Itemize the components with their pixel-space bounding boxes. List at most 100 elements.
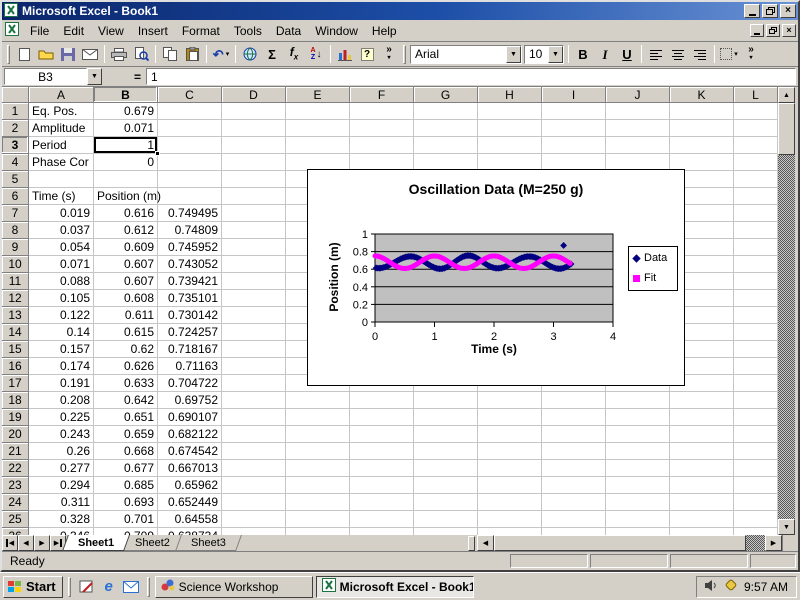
cell-L16[interactable] bbox=[734, 358, 778, 375]
cell-J21[interactable] bbox=[606, 443, 670, 460]
cell-L19[interactable] bbox=[734, 409, 778, 426]
column-header-A[interactable]: A bbox=[29, 87, 94, 103]
cell-D13[interactable] bbox=[222, 307, 286, 324]
column-header-D[interactable]: D bbox=[222, 87, 286, 103]
cell-J25[interactable] bbox=[606, 511, 670, 528]
cell-I23[interactable] bbox=[542, 477, 606, 494]
cell-F3[interactable] bbox=[350, 137, 414, 154]
cell-G3[interactable] bbox=[414, 137, 478, 154]
cell-H24[interactable] bbox=[478, 494, 542, 511]
cell-A12[interactable]: 0.105 bbox=[29, 290, 94, 307]
cell-A4[interactable]: Phase Cor bbox=[29, 154, 94, 171]
cell-K21[interactable] bbox=[670, 443, 734, 460]
next-sheet-button[interactable]: ▶ bbox=[34, 535, 50, 551]
cell-C14[interactable]: 0.724257 bbox=[158, 324, 222, 341]
cell-H20[interactable] bbox=[478, 426, 542, 443]
cell-C1[interactable] bbox=[158, 103, 222, 120]
menu-data[interactable]: Data bbox=[269, 21, 308, 41]
cell-F23[interactable] bbox=[350, 477, 414, 494]
font-name-select[interactable]: Arial ▼ bbox=[410, 45, 522, 64]
column-header-J[interactable]: J bbox=[606, 87, 670, 103]
cell-L18[interactable] bbox=[734, 392, 778, 409]
scroll-left-button[interactable]: ◀ bbox=[477, 535, 494, 551]
cell-I22[interactable] bbox=[542, 460, 606, 477]
cell-F19[interactable] bbox=[350, 409, 414, 426]
cell-F25[interactable] bbox=[350, 511, 414, 528]
cell-D1[interactable] bbox=[222, 103, 286, 120]
cell-A10[interactable]: 0.071 bbox=[29, 256, 94, 273]
cell-D11[interactable] bbox=[222, 273, 286, 290]
cell-K19[interactable] bbox=[670, 409, 734, 426]
align-left-button[interactable] bbox=[645, 44, 667, 64]
cell-E20[interactable] bbox=[286, 426, 350, 443]
previous-sheet-button[interactable]: ◀ bbox=[18, 535, 34, 551]
cell-J19[interactable] bbox=[606, 409, 670, 426]
cell-C9[interactable]: 0.745952 bbox=[158, 239, 222, 256]
cell-D14[interactable] bbox=[222, 324, 286, 341]
menu-insert[interactable]: Insert bbox=[131, 21, 175, 41]
menu-window[interactable]: Window bbox=[308, 21, 365, 41]
cell-B20[interactable]: 0.659 bbox=[94, 426, 158, 443]
menu-file[interactable]: File bbox=[23, 21, 56, 41]
outlook-express-icon[interactable] bbox=[122, 578, 140, 596]
cell-A22[interactable]: 0.277 bbox=[29, 460, 94, 477]
cell-F18[interactable] bbox=[350, 392, 414, 409]
cell-D18[interactable] bbox=[222, 392, 286, 409]
cell-J22[interactable] bbox=[606, 460, 670, 477]
row-header-1[interactable]: 1 bbox=[2, 103, 29, 120]
cell-L15[interactable] bbox=[734, 341, 778, 358]
row-header-26[interactable]: 26 bbox=[2, 528, 29, 535]
row-header-22[interactable]: 22 bbox=[2, 460, 29, 477]
select-all-button[interactable] bbox=[2, 87, 29, 103]
font-size-select[interactable]: 10 ▼ bbox=[524, 45, 564, 64]
cell-C21[interactable]: 0.674542 bbox=[158, 443, 222, 460]
cell-C7[interactable]: 0.749495 bbox=[158, 205, 222, 222]
cell-A2[interactable]: Amplitude bbox=[29, 120, 94, 137]
align-right-button[interactable] bbox=[689, 44, 711, 64]
minimize-button[interactable] bbox=[744, 4, 760, 18]
cell-A21[interactable]: 0.26 bbox=[29, 443, 94, 460]
cell-D21[interactable] bbox=[222, 443, 286, 460]
cell-I3[interactable] bbox=[542, 137, 606, 154]
cell-G18[interactable] bbox=[414, 392, 478, 409]
cell-F2[interactable] bbox=[350, 120, 414, 137]
cell-C11[interactable]: 0.739421 bbox=[158, 273, 222, 290]
cell-C24[interactable]: 0.652449 bbox=[158, 494, 222, 511]
paste-button[interactable] bbox=[181, 44, 203, 64]
cell-C12[interactable]: 0.735101 bbox=[158, 290, 222, 307]
cell-B12[interactable]: 0.608 bbox=[94, 290, 158, 307]
cell-D24[interactable] bbox=[222, 494, 286, 511]
chart-wizard-button[interactable] bbox=[334, 44, 356, 64]
cell-J26[interactable] bbox=[606, 528, 670, 535]
cell-F21[interactable] bbox=[350, 443, 414, 460]
row-header-11[interactable]: 11 bbox=[2, 273, 29, 290]
row-header-14[interactable]: 14 bbox=[2, 324, 29, 341]
cell-B2[interactable]: 0.071 bbox=[94, 120, 158, 137]
cell-E2[interactable] bbox=[286, 120, 350, 137]
cell-L22[interactable] bbox=[734, 460, 778, 477]
more-buttons-button[interactable]: »▾ bbox=[740, 44, 762, 64]
chart-object[interactable]: Oscillation Data (M=250 g) 00.20.40.60.8… bbox=[307, 169, 685, 386]
cell-G1[interactable] bbox=[414, 103, 478, 120]
cell-H3[interactable] bbox=[478, 137, 542, 154]
row-header-17[interactable]: 17 bbox=[2, 375, 29, 392]
cell-H1[interactable] bbox=[478, 103, 542, 120]
cell-J18[interactable] bbox=[606, 392, 670, 409]
tray-app-icon[interactable] bbox=[724, 578, 738, 595]
mail-recipient-button[interactable] bbox=[79, 44, 101, 64]
cell-L4[interactable] bbox=[734, 154, 778, 171]
autosum-button[interactable]: Σ bbox=[261, 44, 283, 64]
cell-L14[interactable] bbox=[734, 324, 778, 341]
row-header-19[interactable]: 19 bbox=[2, 409, 29, 426]
row-header-18[interactable]: 18 bbox=[2, 392, 29, 409]
cell-G23[interactable] bbox=[414, 477, 478, 494]
cell-L1[interactable] bbox=[734, 103, 778, 120]
cell-H18[interactable] bbox=[478, 392, 542, 409]
cell-A18[interactable]: 0.208 bbox=[29, 392, 94, 409]
first-sheet-button[interactable]: ◀ bbox=[2, 535, 18, 551]
cell-H25[interactable] bbox=[478, 511, 542, 528]
workbook-icon[interactable] bbox=[5, 22, 19, 39]
cell-L23[interactable] bbox=[734, 477, 778, 494]
cell-D3[interactable] bbox=[222, 137, 286, 154]
cell-I26[interactable] bbox=[542, 528, 606, 535]
